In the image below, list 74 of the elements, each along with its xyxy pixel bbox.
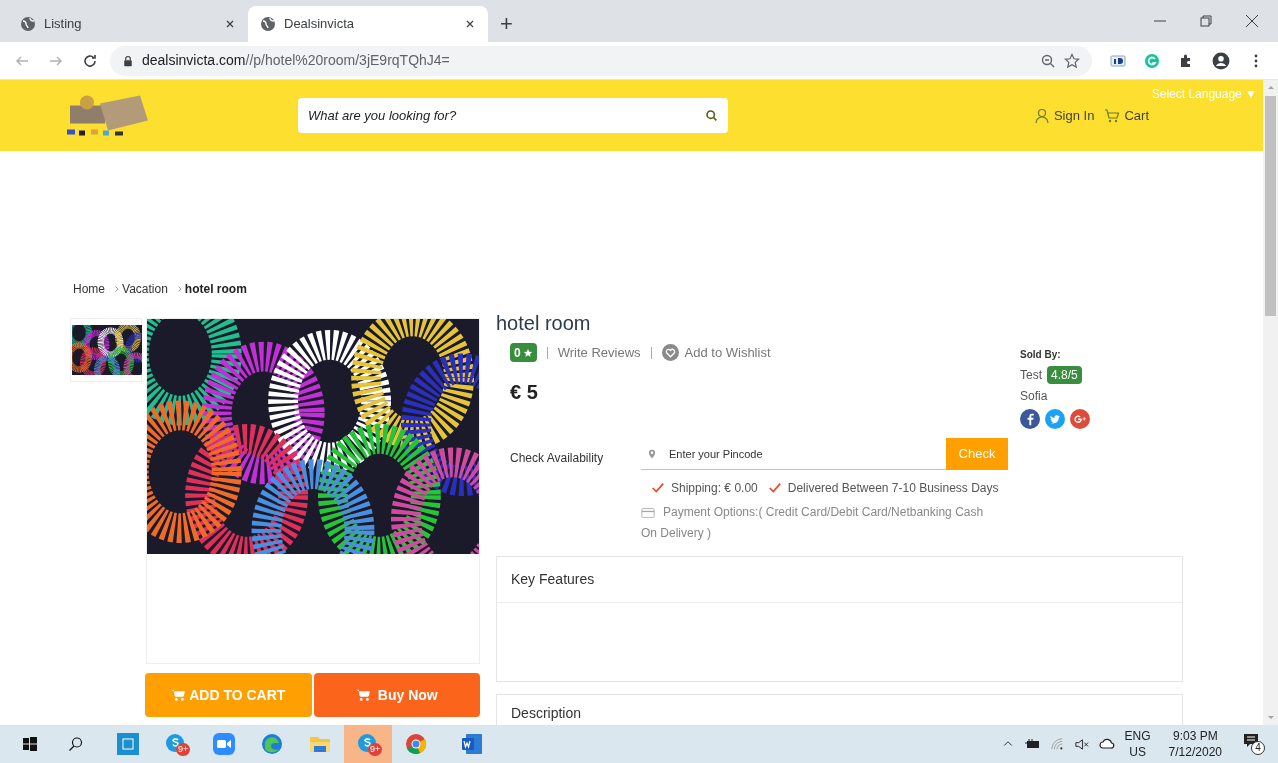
globe-icon xyxy=(20,16,36,32)
globe-icon xyxy=(260,16,276,32)
address-bar[interactable]: dealsinvicta.com//p/hotel%20room/3jE9rqTQhJ4= xyxy=(110,45,1092,76)
search-icon[interactable] xyxy=(705,109,718,122)
zoom-out-icon[interactable] xyxy=(1040,52,1056,69)
scrollbar-thumb[interactable] xyxy=(1265,96,1276,316)
checkmark-icon xyxy=(651,481,665,495)
google-plus-icon[interactable] xyxy=(1070,409,1090,429)
search-field[interactable]: What are you looking for? xyxy=(298,98,728,133)
shipping-text: Shipping: € 0.00 xyxy=(671,480,758,497)
scrollbar[interactable] xyxy=(1263,80,1278,725)
chrome-browser-icon xyxy=(404,732,428,756)
tab-title: Listing xyxy=(44,15,83,34)
document-app-icon xyxy=(460,732,484,756)
seller-rating-badge: 4.8/5 xyxy=(1047,366,1082,384)
close-icon[interactable] xyxy=(224,18,236,30)
browser-app-icon xyxy=(260,732,284,756)
seller-name: Test xyxy=(1020,367,1042,384)
restore-icon[interactable] xyxy=(1198,13,1214,29)
notification-badge: 9+ xyxy=(368,743,383,756)
language-indicator[interactable]: ENG US xyxy=(1124,728,1151,760)
tab-title: Dealsinvicta xyxy=(284,15,356,34)
browser-tab[interactable]: Dealsinvicta xyxy=(248,6,488,42)
checkmark-icon xyxy=(767,481,782,495)
video-camera-icon xyxy=(212,732,236,756)
wishlist-link[interactable]: Add to Wishlist xyxy=(661,343,771,363)
cart-icon xyxy=(355,688,370,702)
sold-by-label: Sold By: xyxy=(1020,348,1062,362)
star-icon[interactable] xyxy=(1064,52,1080,69)
url-text: dealsinvicta.com//p/hotel%20room/3jE9rqTQhJ4= xyxy=(142,51,451,70)
cart-icon xyxy=(171,688,186,702)
breadcrumb-link[interactable]: Vacation xyxy=(122,280,168,298)
extension-icon[interactable] xyxy=(1110,52,1126,69)
reload-icon[interactable] xyxy=(82,52,98,69)
browser-tab[interactable]: Listing xyxy=(8,6,248,42)
breadcrumb-current: hotel room xyxy=(184,281,247,298)
payment-options-text: Payment Options:( Credit Card/Debit Card/Netbanking Cash On Delivery ) xyxy=(641,504,985,542)
product-title: hotel room xyxy=(496,311,592,336)
taskbar-app-button[interactable]: 9+ xyxy=(344,725,392,763)
twitter-icon[interactable] xyxy=(1045,409,1065,429)
chevron-icon xyxy=(175,285,184,293)
thumbnail[interactable] xyxy=(70,318,142,382)
windows-start-icon[interactable] xyxy=(22,736,38,752)
speaker-muted-icon[interactable] xyxy=(1073,736,1089,752)
new-tab-button[interactable]: + xyxy=(488,6,525,42)
close-icon[interactable] xyxy=(1244,13,1260,29)
section-title: Description xyxy=(511,704,582,723)
clock[interactable]: 9:03 PM 7/12/2020 xyxy=(1168,728,1222,760)
location-pin-icon xyxy=(647,449,657,459)
cloud-icon[interactable] xyxy=(1098,736,1115,752)
taskbar-app-button[interactable]: 9+ xyxy=(152,725,200,763)
search-icon[interactable] xyxy=(68,736,84,752)
close-icon[interactable] xyxy=(464,18,476,30)
star-icon xyxy=(522,347,533,358)
user-icon xyxy=(1033,108,1050,124)
rating-badge: 0 xyxy=(510,343,537,363)
lock-icon xyxy=(122,54,134,67)
notification-center-button[interactable]: 4 xyxy=(1242,732,1266,756)
cart-icon xyxy=(1104,107,1121,124)
sign-in-link[interactable]: Sign In xyxy=(1033,106,1095,126)
section-title: Key Features xyxy=(511,570,595,589)
breadcrumb-link[interactable]: Home xyxy=(73,280,105,298)
notification-count: 4 xyxy=(1251,741,1265,755)
seller-city: Sofia xyxy=(1020,388,1049,405)
check-availability-label: Check Availability xyxy=(510,450,605,467)
price: € 5 xyxy=(510,379,539,405)
notification-badge: 9+ xyxy=(176,743,191,756)
facebook-icon[interactable] xyxy=(1020,409,1040,429)
delivery-text: Delivered Between 7-10 Business Days xyxy=(787,480,999,497)
write-reviews-link[interactable]: Write Reviews xyxy=(557,343,641,363)
chevron-icon xyxy=(113,285,121,293)
credit-card-icon xyxy=(641,506,655,520)
cart-link[interactable]: Cart xyxy=(1104,105,1149,126)
profile-icon[interactable] xyxy=(1212,51,1230,70)
